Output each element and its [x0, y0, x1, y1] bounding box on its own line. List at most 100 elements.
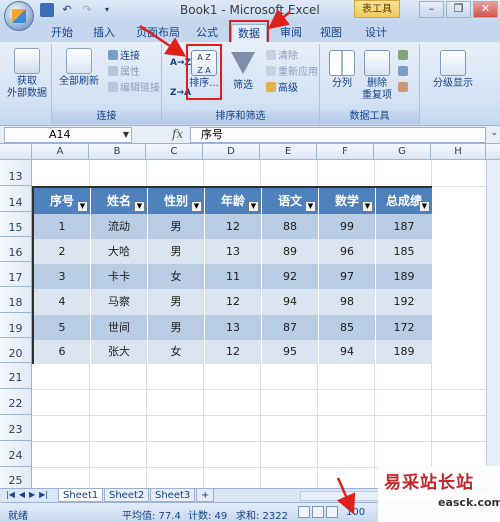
row-header-14[interactable]: 14 — [0, 186, 32, 212]
table-cell-total[interactable]: 187 — [376, 214, 432, 239]
customize-qat-icon[interactable]: ▾ — [100, 3, 114, 17]
table-cell-age[interactable]: 12 — [205, 289, 262, 315]
filter-dropdown-icon[interactable]: ▼ — [77, 201, 88, 212]
last-sheet-icon[interactable]: ▶| — [39, 490, 48, 499]
table-cell-math[interactable]: 94 — [319, 340, 376, 364]
table-cell-name[interactable]: 卡卡 — [91, 264, 148, 289]
row-header-24[interactable]: 24 — [0, 441, 32, 467]
name-box-dropdown-icon[interactable]: ▼ — [123, 128, 129, 142]
prev-sheet-icon[interactable]: ◀ — [19, 490, 25, 499]
table-cell-total[interactable]: 189 — [376, 264, 432, 289]
header-cell-total[interactable]: 总成绩 ▼ — [376, 188, 432, 214]
column-header-c[interactable]: C — [146, 144, 203, 160]
minimize-icon[interactable]: – — [419, 1, 444, 18]
tab-view[interactable]: 视图 — [314, 24, 348, 42]
sheet-tab-1[interactable]: Sheet1 — [58, 489, 104, 502]
table-cell-gender[interactable]: 男 — [148, 214, 205, 239]
first-sheet-icon[interactable]: |◀ — [6, 490, 15, 499]
table-cell-math[interactable]: 97 — [319, 264, 376, 289]
filter-dropdown-icon[interactable]: ▼ — [134, 201, 145, 212]
row-header-13[interactable]: 13 — [0, 160, 32, 186]
edit-links-button[interactable]: 编辑链接 — [108, 82, 160, 96]
table-cell-serial[interactable]: 6 — [34, 340, 91, 364]
table-cell-total[interactable]: 172 — [376, 315, 432, 340]
tab-review[interactable]: 审阅 — [274, 24, 308, 42]
redo-icon[interactable]: ↷ — [80, 3, 94, 17]
table-cell-name[interactable]: 马察 — [91, 289, 148, 315]
advanced-filter-button[interactable]: 高级 — [266, 82, 298, 96]
table-cell-chinese[interactable]: 87 — [262, 315, 319, 340]
consolidate-button[interactable] — [398, 66, 410, 80]
text-to-columns-button[interactable]: 分列 — [326, 50, 358, 90]
column-header-g[interactable]: G — [374, 144, 431, 160]
row-header-20[interactable]: 20 — [0, 338, 32, 363]
properties-button[interactable]: 属性 — [108, 66, 140, 80]
table-cell-math[interactable]: 98 — [319, 289, 376, 315]
office-button[interactable] — [4, 1, 34, 31]
name-box[interactable]: A14 ▼ — [4, 127, 132, 143]
refresh-all-button[interactable]: 全部刷新 — [58, 48, 100, 88]
data-validation-button[interactable] — [398, 50, 410, 64]
table-cell-serial[interactable]: 5 — [34, 315, 91, 340]
table-cell-chinese[interactable]: 94 — [262, 289, 319, 315]
row-header-23[interactable]: 23 — [0, 415, 32, 441]
table-cell-serial[interactable]: 3 — [34, 264, 91, 289]
next-sheet-icon[interactable]: ▶ — [29, 490, 35, 499]
table-cell-math[interactable]: 85 — [319, 315, 376, 340]
filter-dropdown-icon[interactable]: ▼ — [305, 201, 316, 212]
table-cell-gender[interactable]: 男 — [148, 315, 205, 340]
tab-insert[interactable]: 插入 — [86, 24, 122, 42]
undo-icon[interactable]: ↶ — [60, 3, 74, 17]
column-header-b[interactable]: B — [89, 144, 146, 160]
row-header-19[interactable]: 19 — [0, 313, 32, 338]
header-cell-age[interactable]: 年龄 ▼ — [205, 188, 262, 214]
column-header-d[interactable]: D — [203, 144, 260, 160]
table-cell-serial[interactable]: 2 — [34, 239, 91, 264]
fx-icon[interactable]: fx — [172, 127, 183, 141]
formula-input[interactable]: 序号 — [190, 127, 486, 143]
sheet-tab-3[interactable]: Sheet3 — [150, 489, 196, 502]
header-cell-math[interactable]: 数学 ▼ — [319, 188, 376, 214]
table-cell-age[interactable]: 12 — [205, 340, 262, 364]
table-cell-total[interactable]: 189 — [376, 340, 432, 364]
table-cell-name[interactable]: 流动 — [91, 214, 148, 239]
table-cell-age[interactable]: 11 — [205, 264, 262, 289]
save-icon[interactable] — [40, 3, 54, 17]
table-cell-name[interactable]: 大哈 — [91, 239, 148, 264]
filter-dropdown-icon[interactable]: ▼ — [191, 201, 202, 212]
row-header-15[interactable]: 15 — [0, 212, 32, 237]
table-cell-gender[interactable]: 女 — [148, 340, 205, 364]
zoom-level[interactable]: 100 — [346, 507, 365, 518]
table-cell-chinese[interactable]: 95 — [262, 340, 319, 364]
close-icon[interactable]: ✕ — [473, 1, 498, 18]
table-cell-age[interactable]: 13 — [205, 239, 262, 264]
table-cell-name[interactable]: 世间 — [91, 315, 148, 340]
select-all-corner[interactable] — [0, 144, 32, 160]
tab-home[interactable]: 开始 — [44, 24, 80, 42]
insert-sheet-icon[interactable]: + — [196, 489, 214, 502]
column-header-f[interactable]: F — [317, 144, 374, 160]
row-header-25[interactable]: 25 — [0, 467, 32, 488]
header-cell-serial[interactable]: 序号 ▼ — [34, 188, 91, 214]
formula-expand-icon[interactable]: ⌄ — [490, 128, 498, 138]
row-header-22[interactable]: 22 — [0, 389, 32, 415]
table-cell-chinese[interactable]: 92 — [262, 264, 319, 289]
sheet-tab-2[interactable]: Sheet2 — [104, 489, 150, 502]
get-external-data-button[interactable]: 获取 外部数据 — [6, 48, 48, 100]
column-header-h[interactable]: H — [431, 144, 486, 160]
table-cell-chinese[interactable]: 88 — [262, 214, 319, 239]
table-cell-chinese[interactable]: 89 — [262, 239, 319, 264]
connections-button[interactable]: 连接 — [108, 50, 140, 64]
vertical-scrollbar[interactable] — [486, 160, 500, 488]
table-cell-name[interactable]: 张大 — [91, 340, 148, 364]
row-header-18[interactable]: 18 — [0, 287, 32, 313]
table-cell-age[interactable]: 13 — [205, 315, 262, 340]
tab-design[interactable]: 设计 — [356, 24, 396, 42]
header-cell-gender[interactable]: 性别 ▼ — [148, 188, 205, 214]
table-cell-serial[interactable]: 4 — [34, 289, 91, 315]
header-cell-name[interactable]: 姓名 ▼ — [91, 188, 148, 214]
remove-duplicates-button[interactable]: 删除 重复项 — [360, 50, 394, 102]
column-header-a[interactable]: A — [32, 144, 89, 160]
clear-filter-button[interactable]: 清除 — [266, 50, 298, 64]
table-cell-age[interactable]: 12 — [205, 214, 262, 239]
